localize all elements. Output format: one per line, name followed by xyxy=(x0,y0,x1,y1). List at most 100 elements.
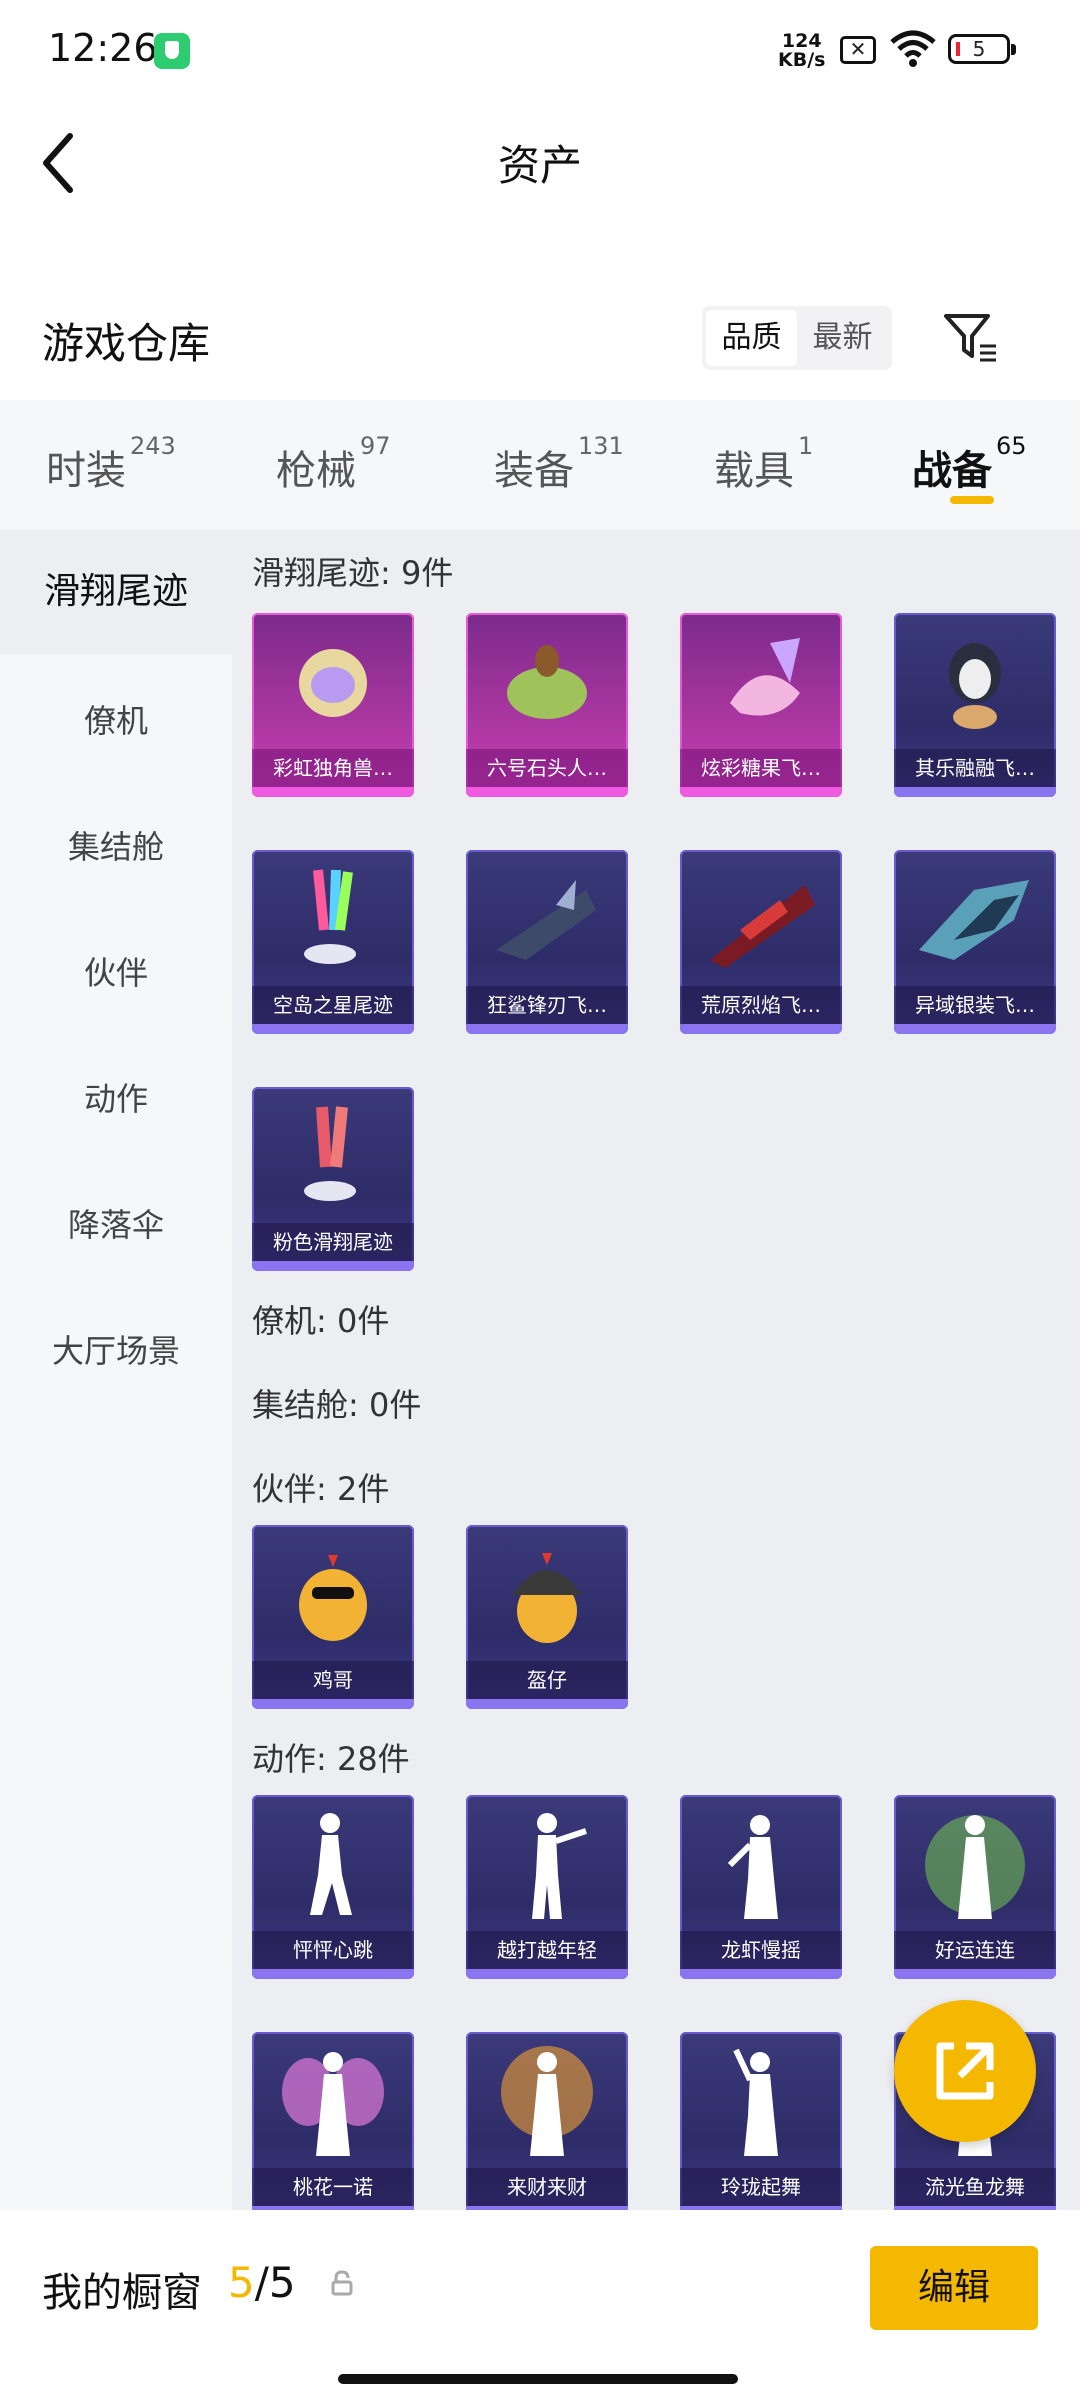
candy-trail-icon xyxy=(730,638,800,716)
silver-glider-icon xyxy=(919,880,1029,960)
item-name: 龙虾慢摇 xyxy=(680,1931,842,1969)
rarity-bar xyxy=(466,1024,628,1034)
section-title-wingman: 僚机: 0件 xyxy=(252,1302,390,1340)
tab-label: 时装 xyxy=(46,448,126,494)
tab-guns[interactable]: 枪械97 xyxy=(276,432,391,496)
item-card[interactable]: 玲珑起舞 xyxy=(680,2032,842,2210)
item-card[interactable]: 好运连连 xyxy=(894,1795,1056,1979)
item-name: 鸡哥 xyxy=(252,1661,414,1699)
rarity-bar xyxy=(252,1969,414,1979)
home-indicator xyxy=(338,2374,738,2384)
status-bar: 12:26 124 KB/s ✕ 5 xyxy=(0,0,1080,100)
tab-label: 装备 xyxy=(494,448,574,494)
item-name: 狂鲨锋刃飞… xyxy=(466,986,628,1024)
item-card[interactable]: 六号石头人… xyxy=(466,613,628,797)
network-speed: 124 KB/s xyxy=(778,32,825,70)
item-name: 炫彩糖果飞… xyxy=(680,749,842,787)
item-card[interactable]: 盔仔 xyxy=(466,1525,628,1709)
rarity-bar xyxy=(894,1024,1056,1034)
sky-island-trail-icon xyxy=(304,869,356,964)
sidebar-item-partner[interactable]: 伙伴 xyxy=(0,948,232,994)
section-title-partner: 伙伴: 2件 xyxy=(252,1470,390,1508)
unicorn-trail-icon xyxy=(299,649,367,717)
filter-icon[interactable] xyxy=(942,310,998,366)
dance-figure-icon xyxy=(733,2048,778,2156)
rarity-bar xyxy=(466,787,628,797)
sidebar-item-emote[interactable]: 动作 xyxy=(0,1074,232,1120)
item-card[interactable]: 鸡哥 xyxy=(252,1525,414,1709)
tab-count: 65 xyxy=(996,432,1027,460)
item-card[interactable]: 越打越年轻 xyxy=(466,1795,628,1979)
item-name: 异域银装飞… xyxy=(894,986,1056,1024)
item-name: 越打越年轻 xyxy=(466,1931,628,1969)
showcase-count: 5/5 xyxy=(228,2258,296,2307)
showcase-count-total: 5 xyxy=(268,2258,296,2307)
peach-blossom-dance-icon xyxy=(282,2052,384,2156)
item-name: 来财来财 xyxy=(466,2168,628,2206)
item-card[interactable]: 空岛之星尾迹 xyxy=(252,850,414,1034)
section-title-pod: 集结舱: 0件 xyxy=(252,1386,422,1424)
sidebar-item-pod[interactable]: 集结舱 xyxy=(0,822,232,868)
stone-golem-trail-icon xyxy=(507,645,587,719)
item-card[interactable]: 粉色滑翔尾迹 xyxy=(252,1087,414,1271)
item-card[interactable]: 怦怦心跳 xyxy=(252,1795,414,1979)
item-card[interactable]: 彩虹独角兽… xyxy=(252,613,414,797)
item-card[interactable]: 来财来财 xyxy=(466,2032,628,2210)
sidebar-item-trail[interactable]: 滑翔尾迹 xyxy=(0,530,232,654)
sidebar-item-lobby-scene[interactable]: 大厅场景 xyxy=(0,1326,232,1372)
rarity-bar xyxy=(894,1969,1056,1979)
share-button[interactable] xyxy=(894,2000,1036,2142)
item-name: 桃花一诺 xyxy=(252,2168,414,2206)
no-sim-icon: ✕ xyxy=(840,36,876,64)
status-time: 12:26 xyxy=(48,26,158,70)
item-grid: 滑翔尾迹: 9件 彩虹独角兽… 六号石头人… 炫彩糖果飞… 其乐融融飞… 空岛之… xyxy=(232,530,1080,2210)
section-title-emote: 动作: 28件 xyxy=(252,1740,410,1778)
tab-count: 1 xyxy=(798,432,814,460)
tab-count: 243 xyxy=(130,432,176,460)
section-title-trail: 滑翔尾迹: 9件 xyxy=(252,554,454,592)
shark-glider-icon xyxy=(496,880,596,960)
sort-latest-button[interactable]: 最新 xyxy=(797,310,888,366)
dance-figure-icon xyxy=(310,1813,352,1915)
fortune-dance-icon xyxy=(501,2046,593,2156)
item-card[interactable]: 炫彩糖果飞… xyxy=(680,613,842,797)
tab-vehicles[interactable]: 载具1 xyxy=(714,432,813,496)
tab-supplies[interactable]: 战备65 xyxy=(912,432,1027,496)
page-title: 资产 xyxy=(497,141,582,190)
warehouse-title: 游戏仓库 xyxy=(42,319,211,368)
item-card[interactable]: 狂鲨锋刃飞… xyxy=(466,850,628,1034)
rarity-bar xyxy=(680,1969,842,1979)
flame-glider-icon xyxy=(710,885,815,968)
pink-trail-icon xyxy=(304,1106,356,1201)
item-card[interactable]: 异域银装飞… xyxy=(894,850,1056,1034)
item-card[interactable]: 桃花一诺 xyxy=(252,2032,414,2210)
tab-label: 战备 xyxy=(912,448,992,494)
network-speed-unit: KB/s xyxy=(778,49,826,71)
category-tabs: 时装243 枪械97 装备131 载具1 战备65 xyxy=(0,400,1080,530)
rarity-bar xyxy=(252,1699,414,1709)
item-card[interactable]: 荒原烈焰飞… xyxy=(680,850,842,1034)
rarity-bar xyxy=(894,787,1056,797)
showcase-count-current: 5 xyxy=(228,2258,255,2307)
sidebar-item-wingman[interactable]: 僚机 xyxy=(0,696,232,742)
tab-fashion[interactable]: 时装243 xyxy=(46,432,176,496)
item-card[interactable]: 其乐融融飞… xyxy=(894,613,1056,797)
showcase-count-separator: / xyxy=(254,2258,269,2307)
showcase-label: 我的橱窗 xyxy=(42,2270,202,2316)
edit-button[interactable]: 编辑 xyxy=(870,2246,1038,2330)
item-name: 荒原烈焰飞… xyxy=(680,986,842,1024)
tab-count: 97 xyxy=(360,432,391,460)
item-name: 彩虹独角兽… xyxy=(252,749,414,787)
sidebar-item-parachute[interactable]: 降落伞 xyxy=(0,1200,232,1246)
rarity-bar xyxy=(466,1699,628,1709)
rarity-bar xyxy=(252,787,414,797)
item-card[interactable]: 龙虾慢摇 xyxy=(680,1795,842,1979)
tab-label: 载具 xyxy=(714,448,794,494)
sort-quality-button[interactable]: 品质 xyxy=(706,310,797,366)
tab-count: 131 xyxy=(578,432,624,460)
item-name: 好运连连 xyxy=(894,1931,1056,1969)
item-name: 空岛之星尾迹 xyxy=(252,986,414,1024)
external-link-icon xyxy=(936,2042,994,2100)
rarity-bar xyxy=(466,1969,628,1979)
tab-equipment[interactable]: 装备131 xyxy=(494,432,624,496)
